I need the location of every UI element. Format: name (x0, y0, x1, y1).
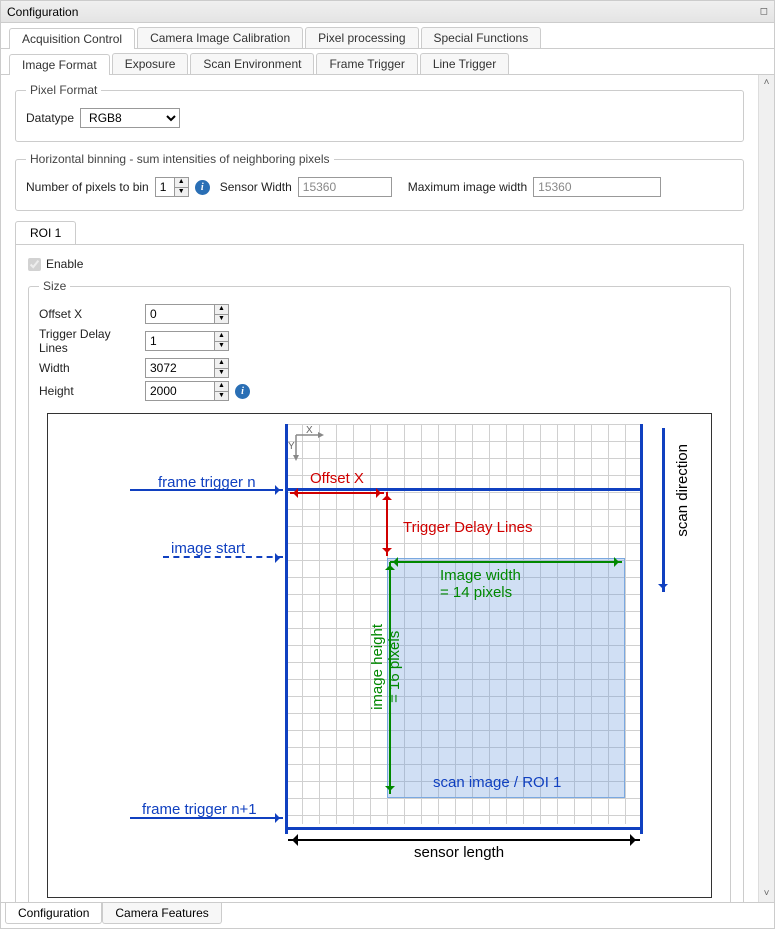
size-group: Size Offset X ▲▼ Trigger Delay Lines ▲▼ (28, 279, 731, 902)
width-spinner[interactable]: ▲▼ (145, 358, 229, 378)
enable-checkbox (28, 258, 41, 271)
sensor-length-arrow (288, 839, 640, 841)
roi-tabs: ROI 1 (15, 221, 744, 245)
bottom-tab-camera-features[interactable]: Camera Features (102, 903, 221, 924)
spin-up-icon[interactable]: ▲ (214, 382, 228, 391)
spin-down-icon[interactable]: ▼ (214, 314, 228, 323)
spin-down-icon[interactable]: ▼ (214, 368, 228, 377)
width-label: Width (39, 361, 139, 375)
enable-label: Enable (46, 257, 83, 271)
datatype-label: Datatype (26, 111, 74, 125)
image-width-label: Image width= 14 pixels (440, 567, 521, 601)
offsetx-input[interactable] (146, 305, 214, 323)
width-input[interactable] (146, 359, 214, 377)
axes-indicator: X Y (288, 425, 326, 466)
sensor-left-line (285, 424, 288, 834)
content-area: Pixel Format Datatype RGB8 Horizontal bi… (1, 75, 758, 902)
bottom-tab-configuration[interactable]: Configuration (5, 903, 102, 924)
num-pixels-spinner[interactable]: ▲▼ (155, 177, 189, 197)
height-spinner[interactable]: ▲▼ (145, 381, 229, 401)
tab-special-functions[interactable]: Special Functions (421, 27, 542, 48)
sensor-length-label: sensor length (414, 844, 504, 861)
svg-text:Y: Y (288, 441, 295, 452)
offsetx-label: Offset X (39, 307, 139, 321)
scroll-down-icon[interactable]: ˅ (759, 886, 774, 902)
height-input[interactable] (146, 382, 214, 400)
undock-icon[interactable]: ◻ (760, 6, 768, 17)
size-legend: Size (39, 279, 70, 293)
scroll-up-icon[interactable]: ˄ (759, 75, 774, 91)
subtab-scan-environment[interactable]: Scan Environment (190, 53, 314, 74)
sub-tabs: Image Format Exposure Scan Environment F… (1, 49, 774, 75)
binning-legend: Horizontal binning - sum intensities of … (26, 152, 334, 166)
trigger-delay-arrow (386, 492, 388, 556)
roi-body: Enable Size Offset X ▲▼ Trigger Delay Li… (15, 245, 744, 902)
scan-direction-arrow (662, 428, 665, 592)
subtab-exposure[interactable]: Exposure (112, 53, 189, 74)
tab-pixel-processing[interactable]: Pixel processing (305, 27, 418, 48)
frame-trigger-n-arrow (130, 489, 283, 491)
spin-up-icon[interactable]: ▲ (214, 332, 228, 341)
trigdelay-label: Trigger Delay Lines (39, 327, 139, 355)
titlebar: Configuration ◻ (1, 1, 774, 23)
image-height-label: image height= 16 pixels (369, 624, 403, 710)
info-icon[interactable]: i (195, 180, 210, 195)
svg-text:X: X (306, 425, 313, 436)
spin-down-icon[interactable]: ▼ (214, 341, 228, 350)
max-img-width-label: Maximum image width (408, 180, 527, 194)
datatype-select[interactable]: RGB8 (80, 108, 180, 128)
scan-direction-label: scan direction (674, 444, 691, 537)
tab-camera-calibration[interactable]: Camera Image Calibration (137, 27, 303, 48)
image-start-arrow (163, 556, 283, 558)
frame-top-line (285, 488, 643, 491)
spin-up-icon[interactable]: ▲ (174, 178, 188, 187)
sensor-right-line (640, 424, 643, 834)
num-pixels-label: Number of pixels to bin (26, 180, 149, 194)
image-height-arrow (389, 562, 391, 794)
frame-trigger-n1-label: frame trigger n+1 (142, 801, 257, 818)
info-icon[interactable]: i (235, 384, 250, 399)
frame-trigger-n1-arrow (130, 817, 283, 819)
roi-image-label: scan image / ROI 1 (433, 774, 561, 791)
num-pixels-input[interactable] (156, 178, 174, 196)
spin-up-icon[interactable]: ▲ (214, 359, 228, 368)
spin-down-icon[interactable]: ▼ (214, 391, 228, 400)
top-tabs: Acquisition Control Camera Image Calibra… (1, 23, 774, 49)
sensor-width-field (298, 177, 392, 197)
frame-bottom-line (285, 827, 643, 830)
offsetx-spinner[interactable]: ▲▼ (145, 304, 229, 324)
binning-group: Horizontal binning - sum intensities of … (15, 152, 744, 211)
subtab-image-format[interactable]: Image Format (9, 54, 110, 75)
roi-tab-1[interactable]: ROI 1 (15, 221, 76, 244)
max-img-width-field (533, 177, 661, 197)
bottom-tabs: Configuration Camera Features (1, 902, 774, 928)
vertical-scrollbar[interactable]: ˄ ˅ (758, 75, 774, 902)
subtab-line-trigger[interactable]: Line Trigger (420, 53, 509, 74)
roi-diagram: scan direction X Y frame trigg (47, 413, 712, 898)
config-window: Configuration ◻ Acquisition Control Came… (0, 0, 775, 929)
sensor-width-label: Sensor Width (220, 180, 292, 194)
window-title: Configuration (7, 5, 78, 19)
trigdelay-input[interactable] (146, 332, 214, 350)
trigdelay-spinner[interactable]: ▲▼ (145, 331, 229, 351)
pixel-format-group: Pixel Format Datatype RGB8 (15, 83, 744, 142)
subtab-frame-trigger[interactable]: Frame Trigger (316, 53, 417, 74)
tab-acquisition-control[interactable]: Acquisition Control (9, 28, 135, 49)
spin-up-icon[interactable]: ▲ (214, 305, 228, 314)
image-width-arrow (390, 561, 622, 563)
image-start-label: image start (171, 540, 245, 557)
trigger-delay-lines-label: Trigger Delay Lines (403, 519, 533, 536)
offset-x-arrow (290, 492, 384, 494)
pixel-format-legend: Pixel Format (26, 83, 101, 97)
offset-x-label: Offset X (310, 470, 364, 487)
height-label: Height (39, 384, 139, 398)
spin-down-icon[interactable]: ▼ (174, 187, 188, 196)
